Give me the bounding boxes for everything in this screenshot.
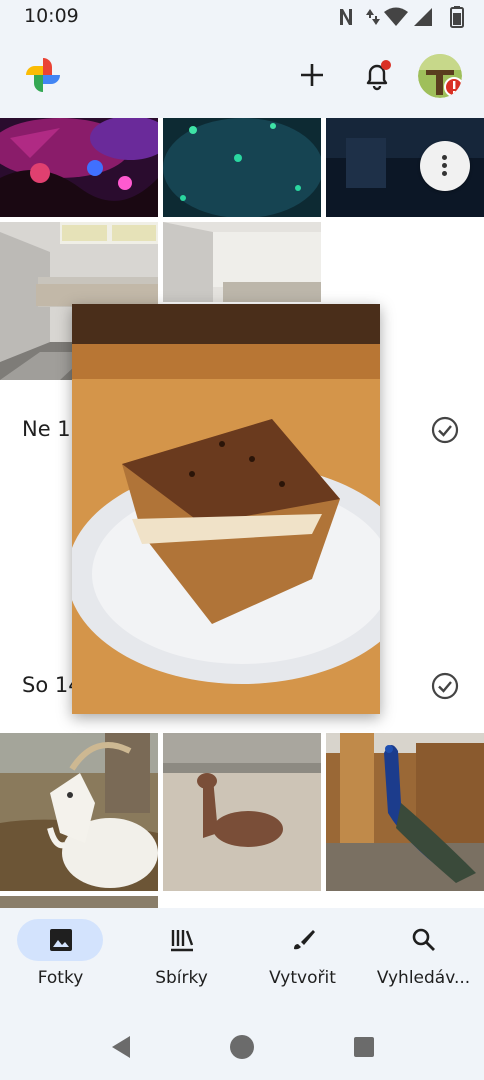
nav-label: Vyhledáv... [376, 968, 471, 988]
select-date-check-icon[interactable] [430, 415, 460, 445]
photo-llama[interactable] [163, 733, 321, 891]
status-time: 10:09 [24, 5, 79, 27]
photo-peacock[interactable] [326, 733, 484, 891]
brush-icon [294, 930, 315, 950]
nav-label: Fotky [37, 968, 84, 988]
wifi-icon [384, 7, 408, 26]
bottom-navigation: Fotky Sbírky Vytvořit Vyhledáv... [0, 908, 484, 1008]
photo-goat[interactable] [0, 733, 158, 891]
battery-icon [450, 6, 464, 28]
library-icon [171, 930, 194, 952]
pinwheel-icon [26, 58, 60, 92]
nav-label: Sbírky [155, 968, 208, 988]
photo-preview-cake[interactable] [72, 304, 380, 714]
nav-item-photos[interactable]: Fotky [0, 908, 121, 1008]
signal-icon [414, 8, 432, 26]
notification-dot [381, 60, 391, 70]
home-icon[interactable] [229, 1034, 255, 1060]
app-bar [0, 34, 484, 118]
data-arrows-icon [366, 9, 380, 25]
plus-icon[interactable] [293, 56, 331, 94]
recents-icon[interactable] [352, 1034, 376, 1060]
select-date-check-icon[interactable] [430, 671, 460, 701]
system-navigation-bar [0, 1008, 484, 1080]
avatar-with-alert-icon [418, 54, 462, 98]
search-icon [412, 928, 435, 951]
more-options-button[interactable] [420, 141, 470, 191]
photo-room-corner[interactable] [163, 222, 321, 302]
nav-label: Vytvořit [269, 968, 336, 988]
nfc-icon [340, 9, 352, 25]
photo-partial[interactable] [0, 896, 158, 908]
nav-item-search[interactable]: Vyhledáv... [363, 908, 484, 1008]
photo-disco-lights[interactable] [163, 118, 321, 217]
photo-icon [50, 929, 72, 951]
nav-item-collections[interactable]: Sbírky [121, 908, 242, 1008]
nav-item-create[interactable]: Vytvořit [242, 908, 363, 1008]
photo-party-lights[interactable] [0, 118, 158, 217]
status-bar: 10:09 [0, 0, 484, 34]
bell-icon[interactable] [358, 56, 396, 94]
back-icon[interactable] [108, 1034, 134, 1060]
avatar[interactable] [418, 54, 462, 98]
